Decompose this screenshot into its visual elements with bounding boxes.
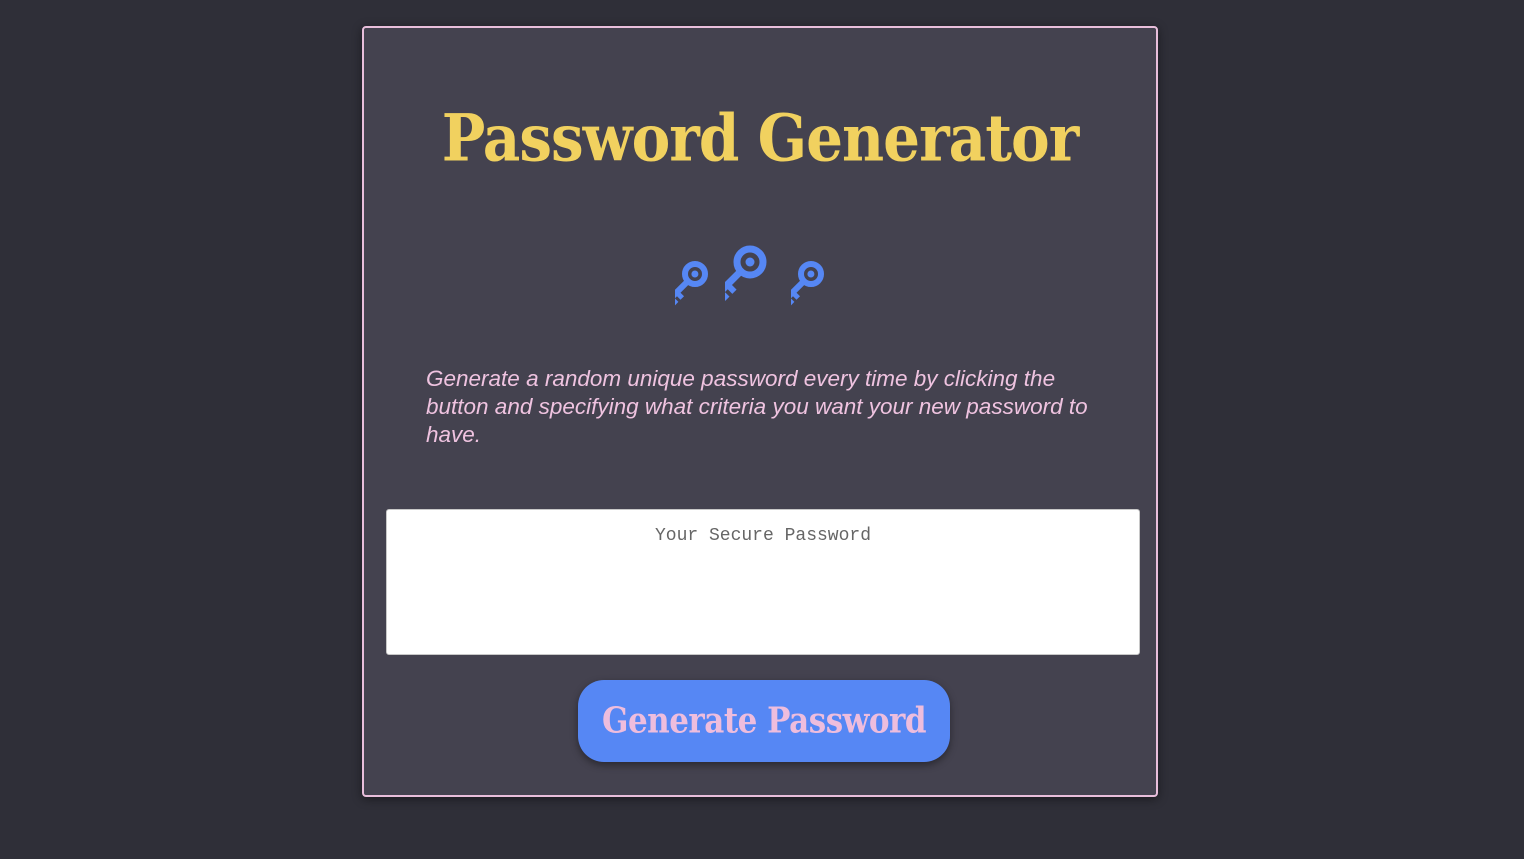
page-title: Password Generator <box>441 99 1080 177</box>
key-icon <box>675 261 708 306</box>
password-output[interactable] <box>386 509 1140 655</box>
generate-password-label: Generate Password <box>601 700 927 742</box>
key-icon <box>725 245 767 302</box>
generate-password-button[interactable]: Generate Password <box>578 680 950 762</box>
key-icon <box>791 261 824 306</box>
password-generator-card: Password Generator Generate a random uni… <box>362 26 1158 797</box>
keys-illustration <box>364 233 1156 313</box>
description-text: Generate a random unique password every … <box>426 366 1088 447</box>
